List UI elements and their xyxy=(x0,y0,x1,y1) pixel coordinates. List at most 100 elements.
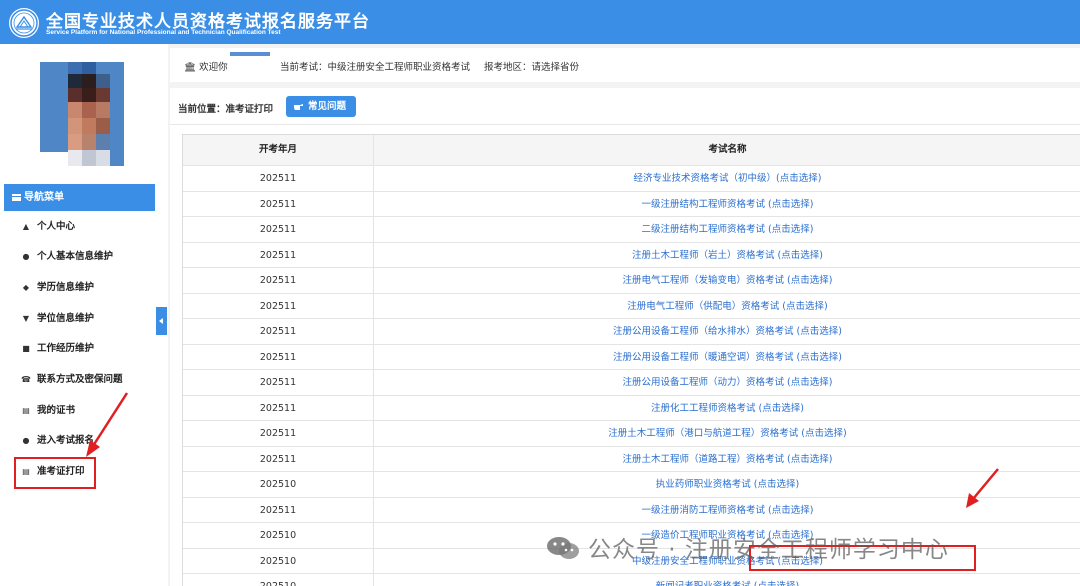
exam-date-cell: 202511 xyxy=(183,446,374,471)
emblem-logo-icon xyxy=(9,8,39,38)
nav-menu-header: 导航菜单 xyxy=(4,184,155,211)
sidebar-item-label: 联系方式及密保问题 xyxy=(37,374,123,385)
certificate-icon: ▤ xyxy=(22,406,30,415)
table-row: 202511 注册电气工程师（供配电）资格考试 (点击选择) xyxy=(183,293,1080,319)
nav-menu-title: 导航菜单 xyxy=(24,192,64,203)
column-header-date: 开考年月 xyxy=(183,135,374,165)
sidebar-item-degree[interactable]: ▼ 学位信息维护 xyxy=(4,304,155,334)
exam-name-link[interactable]: 经济专业技术资格考试（初中级）(点击选择) xyxy=(374,166,1080,191)
exam-date-cell: 202510 xyxy=(183,523,374,548)
exam-name-link[interactable]: 一级注册消防工程师资格考试 (点击选择) xyxy=(374,498,1080,523)
exam-date-cell: 202511 xyxy=(183,242,374,267)
sidebar-item-personal-center[interactable]: ▲ 个人中心 xyxy=(4,212,155,242)
exam-name-link[interactable]: 注册土木工程师（道路工程）资格考试 (点击选择) xyxy=(374,447,1080,472)
exam-name-link[interactable]: 注册化工工程师资格考试 (点击选择) xyxy=(374,396,1080,421)
sidebar-item-contact-security[interactable]: ☎ 联系方式及密保问题 xyxy=(4,365,155,395)
table-row: 202511 一级注册消防工程师资格考试 (点击选择) xyxy=(183,497,1080,523)
table-row: 202511 二级注册结构工程师资格考试 (点击选择) xyxy=(183,217,1080,243)
sidebar-item-work-history[interactable]: ■ 工作经历维护 xyxy=(4,334,155,364)
sidebar-collapse-button[interactable] xyxy=(156,307,167,335)
sidebar-item-label: 学历信息维护 xyxy=(37,282,95,293)
exam-date-cell: 202511 xyxy=(183,268,374,293)
current-exam: 当前考试：中级注册安全工程师职业资格考试 xyxy=(280,62,471,73)
welcome-label: 欢迎你 xyxy=(199,62,228,73)
wechat-icon xyxy=(547,537,579,559)
exam-date-cell: 202511 xyxy=(183,421,374,446)
column-header-exam-name: 考试名称 xyxy=(708,144,747,155)
exam-date-cell: 202510 xyxy=(183,574,374,586)
avatar xyxy=(40,62,124,166)
exam-date-cell: 202511 xyxy=(183,166,374,191)
table-row: 202511 注册电气工程师（发输变电）资格考试 (点击选择) xyxy=(183,268,1080,294)
app-header: 全国专业技术人员资格考试报名服务平台 Service Platform for … xyxy=(0,0,1080,44)
sidebar-item-label: 个人中心 xyxy=(37,221,76,232)
table-header-row: 开考年月 考试名称 xyxy=(183,135,1080,166)
briefcase-icon: ■ xyxy=(22,344,30,353)
table-row: 202511 注册土木工程师（岩土）资格考试 (点击选择) xyxy=(183,242,1080,268)
table-row: 202511 注册土木工程师（港口与航道工程）资格考试 (点击选择) xyxy=(183,421,1080,447)
exam-date-cell: 202511 xyxy=(183,370,374,395)
sidebar-item-label: 学位信息维护 xyxy=(37,313,95,324)
user-icon: ● xyxy=(22,252,30,261)
table-row: 202510 执业药师职业资格考试 (点击选择) xyxy=(183,472,1080,498)
exam-name-link[interactable]: 注册公用设备工程师（给水排水）资格考试 (点击选择) xyxy=(374,319,1080,344)
table-row: 202511 注册公用设备工程师（暖通空调）资格考试 (点击选择) xyxy=(183,344,1080,370)
exam-date-cell: 202511 xyxy=(183,319,374,344)
pointing-hand-icon xyxy=(294,104,303,110)
exam-region: 报考地区：请选择省份 xyxy=(484,62,580,73)
faq-button[interactable]: 常见问题 xyxy=(286,96,356,117)
sidebar-item-certificates[interactable]: ▤ 我的证书 xyxy=(4,396,155,426)
content-panel: 当前位置：准考证打印 常见问题 开考年月 考试名称 202511 经济专业技术资格… xyxy=(170,88,1080,586)
exam-name-link[interactable]: 注册公用设备工程师（动力）资格考试 (点击选择) xyxy=(374,370,1080,395)
username-redacted xyxy=(230,52,270,56)
graduation-cap-icon: ◆ xyxy=(22,283,30,292)
table-row: 202511 注册土木工程师（道路工程）资格考试 (点击选择) xyxy=(183,446,1080,472)
exam-date-cell: 202511 xyxy=(183,497,374,522)
welcome-bar: 🏛︎ 欢迎你 当前考试：中级注册安全工程师职业资格考试 报考地区：请选择省份 xyxy=(170,48,1080,82)
exam-name-link[interactable]: 注册电气工程师（发输变电）资格考试 (点击选择) xyxy=(374,268,1080,293)
table-row: 202511 注册公用设备工程师（给水排水）资格考试 (点击选择) xyxy=(183,319,1080,345)
highlight-box-sidebar xyxy=(14,457,96,489)
exam-name-link[interactable]: 注册电气工程师（供配电）资格考试 (点击选择) xyxy=(374,294,1080,319)
table-row: 202511 经济专业技术资格考试（初中级）(点击选择) xyxy=(183,166,1080,192)
exam-name-link[interactable]: 新闻记者职业资格考试 (点击选择) xyxy=(374,574,1080,586)
exam-name-link[interactable]: 注册公用设备工程师（暖通空调）资格考试 (点击选择) xyxy=(374,345,1080,370)
exam-name-link[interactable]: 注册土木工程师（岩土）资格考试 (点击选择) xyxy=(374,243,1080,268)
degree-icon: ▼ xyxy=(22,314,30,323)
phone-icon: ☎ xyxy=(21,375,31,384)
exam-name-link[interactable]: 注册土木工程师（港口与航道工程）资格考试 (点击选择) xyxy=(374,421,1080,446)
welcome-text: 🏛︎ 欢迎你 xyxy=(184,59,228,73)
sidebar-item-label: 个人基本信息维护 xyxy=(37,251,114,262)
site-subtitle: Service Platform for National Profession… xyxy=(46,29,281,36)
sidebar-item-basic-info[interactable]: ● 个人基本信息维护 xyxy=(4,242,155,272)
breadcrumb: 当前位置：准考证打印 xyxy=(178,104,274,115)
exam-date-cell: 202510 xyxy=(183,548,374,573)
exam-date-cell: 202511 xyxy=(183,191,374,216)
exam-name-link[interactable]: 一级注册结构工程师资格考试 (点击选择) xyxy=(374,192,1080,217)
sidebar-item-exam-registration[interactable]: ● 进入考试报名 xyxy=(4,426,155,456)
enter-icon: ● xyxy=(22,436,30,445)
sidebar-item-label: 我的证书 xyxy=(37,405,76,416)
table-row: 202511 注册化工工程师资格考试 (点击选择) xyxy=(183,395,1080,421)
sidebar: 导航菜单 ▲ 个人中心 ● 个人基本信息维护 ◆ 学历信息维护 ▼ 学位信息维护 ■ 工作… xyxy=(4,48,155,586)
exam-date-cell: 202511 xyxy=(183,344,374,369)
exam-date-cell: 202511 xyxy=(183,217,374,242)
menu-icon xyxy=(12,194,21,201)
watermark-text: 公众号 · 注册安全工程师学习中心 xyxy=(588,537,949,563)
watermark: 公众号 · 注册安全工程师学习中心 xyxy=(546,530,949,563)
exam-date-cell: 202510 xyxy=(183,472,374,497)
exam-date-cell: 202511 xyxy=(183,395,374,420)
exam-name-link[interactable]: 二级注册结构工程师资格考试 (点击选择) xyxy=(374,217,1080,242)
table-row: 202510新闻记者职业资格考试 (点击选择) xyxy=(183,574,1080,586)
sidebar-item-label: 工作经历维护 xyxy=(37,343,95,354)
exam-name-link[interactable]: 执业药师职业资格考试 (点击选择) xyxy=(374,472,1080,497)
exam-table: 开考年月 考试名称 202511 经济专业技术资格考试（初中级）(点击选择) 202… xyxy=(182,134,1080,586)
sidebar-item-label: 进入考试报名 xyxy=(37,435,95,446)
exam-date-cell: 202511 xyxy=(183,293,374,318)
bank-icon: 🏛︎ xyxy=(184,62,197,73)
table-row: 202511 一级注册结构工程师资格考试 (点击选择) xyxy=(183,191,1080,217)
faq-button-label: 常见问题 xyxy=(308,101,347,112)
home-icon: ▲ xyxy=(22,222,30,231)
sidebar-item-education[interactable]: ◆ 学历信息维护 xyxy=(4,273,155,303)
table-row: 202511 注册公用设备工程师（动力）资格考试 (点击选择) xyxy=(183,370,1080,396)
